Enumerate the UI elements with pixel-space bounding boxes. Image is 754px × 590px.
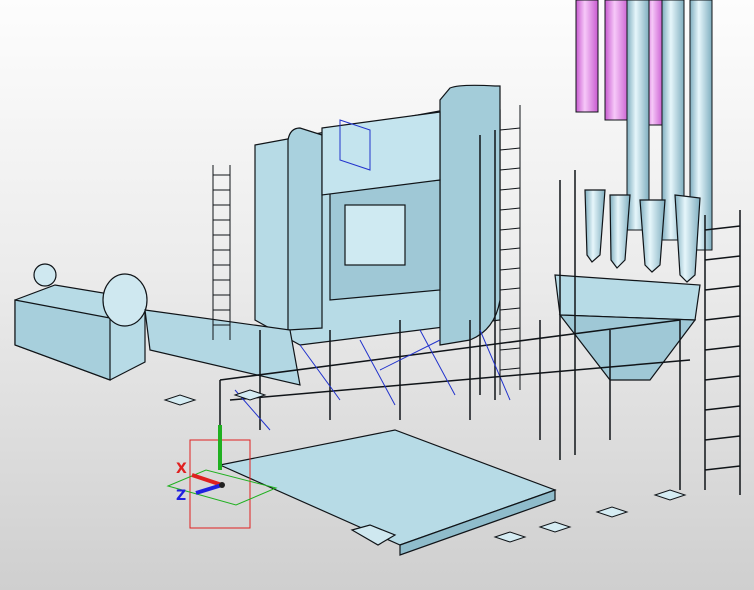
axis-z-label: Z bbox=[176, 488, 187, 504]
cad-viewport[interactable]: X Z bbox=[0, 0, 754, 590]
main-housing[interactable] bbox=[254, 84, 501, 346]
pink-exhaust-pipes[interactable] bbox=[575, 0, 664, 126]
axis-x-label: X bbox=[176, 461, 187, 477]
model-scene[interactable] bbox=[0, 0, 754, 590]
filter-house[interactable] bbox=[554, 189, 701, 381]
